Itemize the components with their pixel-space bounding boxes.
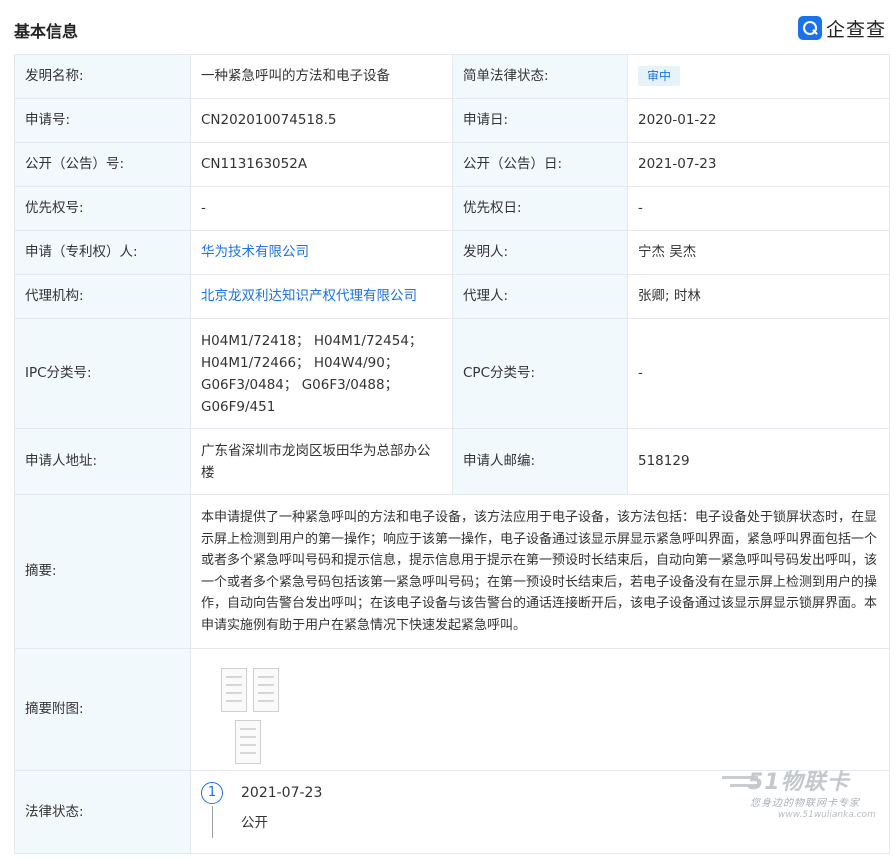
phone-screen-thumbnail <box>221 667 247 712</box>
agent-value: 张卿; 时林 <box>627 274 890 319</box>
application-no-label: 申请号: <box>14 98 191 143</box>
watermark-brand: 51物联卡 <box>748 770 850 795</box>
abstract-figure-label: 摘要附图: <box>14 648 191 771</box>
table-row: 申请号: CN202010074518.5 申请日: 2020-01-22 <box>14 98 890 143</box>
application-date-label: 申请日: <box>452 98 628 143</box>
publication-no-value: CN113163052A <box>190 142 453 187</box>
table-row: 代理机构: 北京龙双利达知识产权代理有限公司 代理人: 张卿; 时林 <box>14 274 890 319</box>
table-row: 申请人地址: 广东省深圳市龙岗区坂田华为总部办公楼 申请人邮编: 518129 <box>14 428 890 495</box>
abstract-figure-image[interactable] <box>201 662 279 764</box>
brand-logo[interactable]: 企查查 <box>798 14 886 42</box>
inventor-value: 宁杰 吴杰 <box>627 230 890 275</box>
application-date-value: 2020-01-22 <box>627 98 890 143</box>
table-row: 摘要: 本申请提供了一种紧急呼叫的方法和电子设备，该方法应用于电子设备，该方法包… <box>14 494 890 649</box>
timeline-step-indicator: 1 <box>201 782 223 804</box>
legal-status-label: 法律状态: <box>14 770 191 854</box>
priority-no-value: - <box>190 186 453 231</box>
priority-date-value: - <box>627 186 890 231</box>
watermark-url: www.51wulianka.com <box>778 810 876 820</box>
table-row: 发明名称: 一种紧急呼叫的方法和电子设备 简单法律状态: 审中 <box>14 54 890 99</box>
priority-date-label: 优先权日: <box>452 186 628 231</box>
brand-name: 企查查 <box>826 18 887 41</box>
watermark-slogan: 您身边的物联网卡专家 <box>750 798 860 809</box>
legal-status-simple-label: 简单法律状态: <box>452 54 628 99</box>
table-row: IPC分类号: H04M1/72418； H04M1/72454； H04M1/… <box>14 318 890 429</box>
priority-no-label: 优先权号: <box>14 186 191 231</box>
publication-no-label: 公开（公告）号: <box>14 142 191 187</box>
abstract-cell: 本申请提供了一种紧急呼叫的方法和电子设备，该方法应用于电子设备，该方法包括：电子… <box>190 494 890 649</box>
abstract-text: 本申请提供了一种紧急呼叫的方法和电子设备，该方法应用于电子设备，该方法包括：电子… <box>201 510 878 633</box>
inventor-label: 发明人: <box>452 230 628 275</box>
agency-link[interactable]: 北京龙双利达知识产权代理有限公司 <box>190 274 453 319</box>
status-badge: 审中 <box>638 66 681 86</box>
legal-event-date: 2021-07-23 <box>241 785 323 801</box>
applicant-postcode-value: 518129 <box>627 428 890 495</box>
qichacha-logo-icon <box>798 16 822 40</box>
agent-label: 代理人: <box>452 274 628 319</box>
agency-label: 代理机构: <box>14 274 191 319</box>
ipc-label: IPC分类号: <box>14 318 191 429</box>
invention-name-value: 一种紧急呼叫的方法和电子设备 <box>190 54 453 99</box>
publication-date-label: 公开（公告）日: <box>452 142 628 187</box>
cpc-label: CPC分类号: <box>452 318 628 429</box>
invention-name-label: 发明名称: <box>14 54 191 99</box>
legal-status-simple-cell: 审中 <box>627 54 890 99</box>
applicant-link[interactable]: 华为技术有限公司 <box>190 230 453 275</box>
applicant-address-value: 广东省深圳市龙岗区坂田华为总部办公楼 <box>190 428 453 495</box>
ipc-value: H04M1/72418； H04M1/72454； H04M1/72466； H… <box>190 318 453 429</box>
timeline-connector <box>212 806 213 838</box>
cpc-value: - <box>627 318 890 429</box>
table-row: 公开（公告）号: CN113163052A 公开（公告）日: 2021-07-2… <box>14 142 890 187</box>
phone-screen-thumbnail <box>253 667 279 712</box>
legal-event-status: 公开 <box>241 815 268 831</box>
application-no-value: CN202010074518.5 <box>190 98 453 143</box>
applicant-address-label: 申请人地址: <box>14 428 191 495</box>
phone-screen-thumbnail <box>235 719 261 764</box>
applicant-postcode-label: 申请人邮编: <box>452 428 628 495</box>
applicant-label: 申请（专利权）人: <box>14 230 191 275</box>
publication-date-value: 2021-07-23 <box>627 142 890 187</box>
abstract-label: 摘要: <box>14 494 191 649</box>
patent-info-table: 发明名称: 一种紧急呼叫的方法和电子设备 简单法律状态: 审中 申请号: CN2… <box>14 54 890 854</box>
section-title: 基本信息 <box>14 22 79 41</box>
header: 基本信息 企查查 <box>0 0 895 56</box>
table-row: 摘要附图: <box>14 648 890 771</box>
table-row: 申请（专利权）人: 华为技术有限公司 发明人: 宁杰 吴杰 <box>14 230 890 275</box>
abstract-figure-cell <box>190 648 890 771</box>
table-row: 优先权号: - 优先权日: - <box>14 186 890 231</box>
watermark: 51物联卡 您身边的物联网卡专家 www.51wulianka.com <box>722 760 892 826</box>
